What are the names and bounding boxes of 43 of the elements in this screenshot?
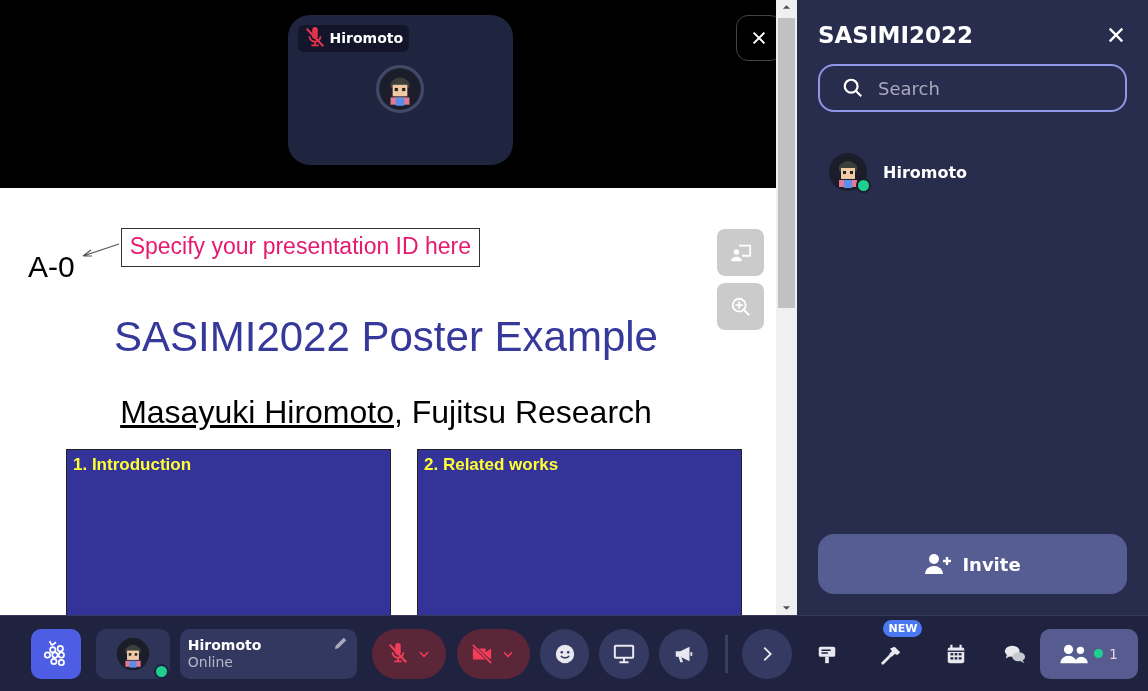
avatar bbox=[828, 152, 868, 192]
section-heading: 2. Related works bbox=[423, 454, 560, 476]
arrow-drawing bbox=[80, 242, 121, 258]
close-button[interactable] bbox=[736, 15, 776, 61]
people-icon bbox=[1060, 642, 1089, 665]
new-badge: NEW bbox=[883, 619, 923, 637]
zoom-in-icon bbox=[729, 295, 752, 318]
space-title: SASIMI2022 bbox=[818, 22, 973, 48]
build-button[interactable]: NEW bbox=[861, 619, 921, 680]
avatar bbox=[376, 64, 424, 113]
author-line: Masayuki Hiromoto, Fujitsu Research bbox=[119, 394, 653, 432]
scroll-up-icon[interactable] bbox=[782, 4, 791, 10]
participant-count: 1 bbox=[1109, 645, 1118, 662]
search-icon bbox=[842, 77, 864, 99]
section-heading: 1. Introduction bbox=[72, 454, 193, 476]
user-card[interactable]: Hiromoto Online bbox=[179, 628, 358, 679]
scrollbar[interactable] bbox=[776, 0, 797, 615]
user-status: Online bbox=[187, 654, 234, 670]
microphone-button[interactable] bbox=[372, 628, 446, 679]
user-name: Hiromoto bbox=[187, 637, 262, 653]
app-logo-button[interactable] bbox=[31, 628, 81, 679]
search-field[interactable]: Search bbox=[818, 64, 1127, 112]
member-row[interactable]: Hiromoto bbox=[818, 152, 1127, 192]
close-icon bbox=[1107, 26, 1125, 44]
poster-title: SASIMI2022 Poster Example bbox=[113, 313, 659, 362]
invite-button[interactable]: Invite bbox=[818, 534, 1127, 594]
scroll-down-icon[interactable] bbox=[782, 605, 791, 611]
muted-mic-icon bbox=[386, 642, 409, 665]
scrollbar-thumb[interactable] bbox=[778, 18, 795, 308]
participant-name: Hiromoto bbox=[329, 30, 404, 46]
close-icon bbox=[750, 29, 768, 47]
callout-text: Specify your presentation ID here bbox=[120, 228, 481, 267]
screen-share-button[interactable] bbox=[599, 628, 649, 679]
participants-button[interactable]: 1 bbox=[1040, 628, 1139, 679]
avatar bbox=[115, 636, 150, 671]
camera-button[interactable] bbox=[456, 628, 530, 679]
avatar-button[interactable] bbox=[95, 628, 170, 679]
member-name: Hiromoto bbox=[883, 162, 968, 182]
add-person-icon bbox=[924, 552, 953, 576]
presentation-id: A-0 bbox=[28, 250, 75, 284]
camera-off-icon bbox=[471, 642, 494, 665]
monitor-icon bbox=[613, 642, 636, 665]
smiley-icon bbox=[553, 642, 576, 665]
